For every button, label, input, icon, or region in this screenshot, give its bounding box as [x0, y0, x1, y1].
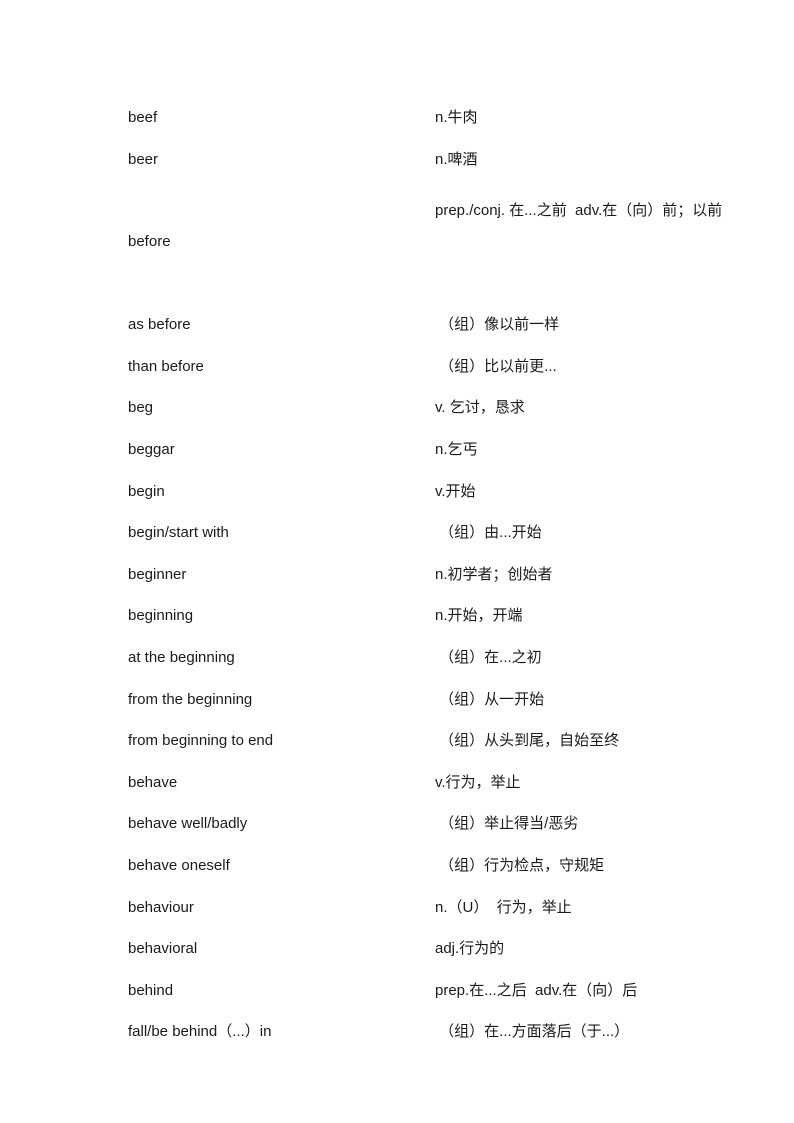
vocabulary-term: behind	[128, 981, 174, 999]
vocabulary-definition: （组）在...方面落后（于...）	[435, 1023, 630, 1041]
vocabulary-definition: （组）举止得当/恶劣	[435, 815, 579, 833]
vocabulary-definition: （组）由...开始	[435, 524, 542, 542]
vocabulary-term: at the beginning	[128, 648, 235, 666]
vocabulary-term: as before	[128, 316, 191, 334]
vocabulary-term: beer	[128, 150, 159, 168]
vocabulary-row: behave oneself （组）行为检点，守规矩	[128, 845, 732, 887]
vocabulary-term: beginning	[128, 607, 194, 625]
vocabulary-definition: （组）从一开始	[435, 690, 545, 708]
vocabulary-row: behind prep.在...之后 adv.在（向）后	[128, 970, 732, 1012]
vocabulary-row: beggar n.乞丐	[128, 429, 732, 471]
vocabulary-definition: n.牛肉	[435, 109, 478, 126]
vocabulary-table-body: beef n.牛肉 beer n.啤酒 before prep./conj. 在...之前…	[128, 97, 732, 1053]
vocabulary-row: from beginning to end （组）从头到尾，自始至终	[128, 720, 732, 762]
vocabulary-term: from the beginning	[128, 690, 253, 708]
vocabulary-definition: （组）在...之初	[435, 648, 542, 666]
vocabulary-definition: （组）从头到尾，自始至终	[435, 732, 620, 750]
vocabulary-definition: prep.在...之后 adv.在（向）后	[435, 981, 638, 999]
vocabulary-row: beef n.牛肉	[128, 97, 732, 139]
vocabulary-term: beg	[128, 399, 154, 417]
vocabulary-row: from the beginning （组）从一开始	[128, 679, 732, 721]
vocabulary-definition: v.开始	[435, 482, 476, 500]
vocabulary-term: beginner	[128, 565, 187, 583]
vocabulary-term: begin	[128, 482, 165, 500]
vocabulary-term: fall/be behind（...）in	[128, 1023, 272, 1041]
vocabulary-term: behave well/badly	[128, 815, 248, 833]
vocabulary-row: fall/be behind（...）in （组）在...方面落后（于...）	[128, 1011, 732, 1053]
vocabulary-row: beginner n.初学者；创始者	[128, 554, 732, 596]
vocabulary-term: behavioral	[128, 940, 198, 958]
vocabulary-term: beef	[128, 109, 158, 126]
vocabulary-row: behave well/badly （组）举止得当/恶劣	[128, 803, 732, 845]
vocabulary-row: than before （组）比以前更...	[128, 346, 732, 388]
vocabulary-row: begin/start with （组）由...开始	[128, 512, 732, 554]
vocabulary-definition: n.啤酒	[435, 150, 478, 168]
vocabulary-definition: （组）比以前更...	[435, 357, 557, 375]
vocabulary-row: at the beginning （组）在...之初	[128, 637, 732, 679]
vocabulary-definition: n.（U） 行为，举止	[435, 898, 572, 916]
vocabulary-term: than before	[128, 357, 204, 375]
vocabulary-term: behave	[128, 773, 178, 791]
vocabulary-term: beggar	[128, 440, 175, 458]
document-page: beef n.牛肉 beer n.啤酒 before prep./conj. 在...之前…	[0, 0, 794, 1123]
vocabulary-term: before	[128, 233, 171, 251]
vocabulary-definition: （组）像以前一样	[435, 316, 560, 334]
vocabulary-row: behave v.行为，举止	[128, 762, 732, 804]
vocabulary-row: as before （组）像以前一样	[128, 304, 732, 346]
vocabulary-definition: prep./conj. 在...之前 adv.在（向）前；以前	[435, 202, 723, 220]
vocabulary-definition: （组）行为检点，守规矩	[435, 856, 605, 874]
vocabulary-row: behavioral adj.行为的	[128, 928, 732, 970]
vocabulary-definition: n.开始，开端	[435, 607, 523, 625]
vocabulary-definition: v.行为，举止	[435, 773, 521, 791]
vocabulary-row: begin v.开始	[128, 471, 732, 513]
vocabulary-term: begin/start with	[128, 524, 229, 542]
vocabulary-row: beer n.啤酒	[128, 139, 732, 181]
vocabulary-term: from beginning to end	[128, 732, 274, 750]
vocabulary-definition: v. 乞讨，恳求	[435, 399, 525, 417]
vocabulary-term: behaviour	[128, 898, 194, 916]
vocabulary-definition: n.初学者；创始者	[435, 565, 553, 583]
vocabulary-term: behave oneself	[128, 856, 230, 874]
vocabulary-row: beg v. 乞讨，恳求	[128, 387, 732, 429]
vocabulary-row: behaviour n.（U） 行为，举止	[128, 887, 732, 929]
vocabulary-definition: n.乞丐	[435, 440, 478, 458]
vocabulary-table: beef n.牛肉 beer n.啤酒 before prep./conj. 在...之前…	[128, 97, 732, 1053]
vocabulary-row: before prep./conj. 在...之前 adv.在（向）前；以前	[128, 180, 732, 304]
vocabulary-row: beginning n.开始，开端	[128, 595, 732, 637]
vocabulary-definition: adj.行为的	[435, 940, 505, 958]
